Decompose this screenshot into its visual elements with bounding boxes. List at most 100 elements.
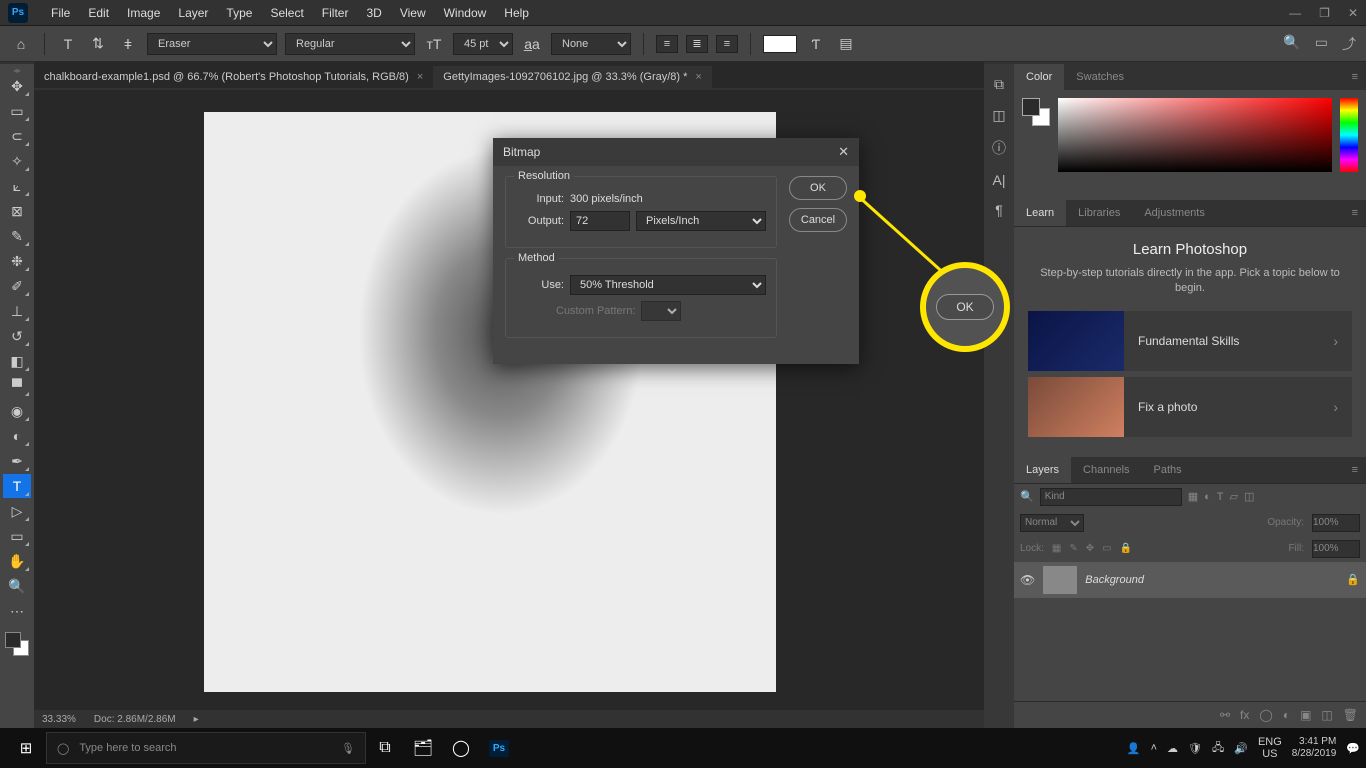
menu-layer[interactable]: Layer [169, 6, 217, 20]
menu-filter[interactable]: Filter [313, 6, 358, 20]
visibility-icon[interactable]: 👁 [1020, 573, 1035, 587]
close-icon[interactable]: ✕ [838, 144, 849, 160]
menu-file[interactable]: File [42, 6, 79, 20]
shape-tool[interactable]: ▭ [3, 524, 31, 548]
warp-text-icon[interactable]: Ƭ [805, 33, 827, 55]
text-path-icon[interactable]: ǂ [117, 33, 139, 55]
layer-name[interactable]: Background [1085, 574, 1338, 586]
character-panel-icon[interactable]: A| [993, 172, 1006, 188]
eraser-tool[interactable]: ◧ [3, 349, 31, 373]
output-unit-select[interactable]: Pixels/Inch [636, 211, 766, 231]
layer-mask-icon[interactable]: ◯ [1259, 708, 1272, 722]
lesson-fundamental-skills[interactable]: Fundamental Skills › [1028, 311, 1352, 371]
color-fgbg[interactable] [1022, 98, 1050, 126]
panel-menu-icon[interactable]: ≡ [1344, 464, 1366, 476]
zoom-level[interactable]: 33.33% [42, 714, 76, 725]
chrome-icon[interactable]: ◯ [442, 728, 480, 768]
volume-icon[interactable]: 🔊 [1234, 742, 1248, 755]
adjustment-layer-icon[interactable]: ◐ [1283, 708, 1290, 722]
dialog-titlebar[interactable]: Bitmap ✕ [493, 138, 859, 166]
crop-tool[interactable]: ⟀ [3, 174, 31, 198]
home-icon[interactable]: ⌂ [10, 33, 32, 55]
security-icon[interactable]: 🛡 [1188, 742, 1202, 755]
lock-icon[interactable]: 🔒 [1346, 573, 1360, 586]
panel-menu-icon[interactable]: ≡ [1344, 207, 1366, 219]
clone-tool[interactable]: ⊥ [3, 299, 31, 323]
search-icon[interactable]: 🔍 [1283, 34, 1300, 54]
output-input[interactable] [570, 211, 630, 231]
eyedropper-tool[interactable]: ✎ [3, 224, 31, 248]
start-button[interactable]: ⊞ [6, 728, 46, 768]
hand-tool[interactable]: ✋ [3, 549, 31, 573]
lesson-fix-photo[interactable]: Fix a photo › [1028, 377, 1352, 437]
fill-input[interactable] [1312, 540, 1360, 558]
use-select[interactable]: 50% Threshold [570, 275, 766, 295]
healing-tool[interactable]: ❉ [3, 249, 31, 273]
layer-thumbnail[interactable] [1043, 566, 1077, 594]
document-tab-2[interactable]: GettyImages-1092706102.jpg @ 33.3% (Gray… [433, 66, 712, 88]
menu-window[interactable]: Window [435, 6, 496, 20]
menu-type[interactable]: Type [217, 6, 261, 20]
tab-adjustments[interactable]: Adjustments [1132, 200, 1217, 226]
tray-chevron-icon[interactable]: ˄ [1151, 742, 1157, 754]
history-brush-tool[interactable]: ↺ [3, 324, 31, 348]
network-icon[interactable]: 🖧 [1212, 739, 1224, 758]
tab-swatches[interactable]: Swatches [1064, 64, 1136, 90]
filter-pixel-icon[interactable]: ▦ [1188, 490, 1198, 503]
paragraph-panel-icon[interactable]: ¶ [995, 202, 1003, 218]
lock-trans-icon[interactable]: ▦ [1052, 543, 1061, 554]
tab-channels[interactable]: Channels [1071, 457, 1141, 483]
history-panel-icon[interactable]: ⧉ [994, 76, 1004, 93]
tab-layers[interactable]: Layers [1014, 457, 1071, 483]
filter-type-icon[interactable]: T [1217, 491, 1224, 503]
ok-button[interactable]: OK [789, 176, 847, 200]
dodge-tool[interactable]: ◐ [3, 424, 31, 448]
onedrive-icon[interactable]: ☁ [1167, 742, 1178, 755]
menu-3d[interactable]: 3D [357, 6, 390, 20]
group-icon[interactable]: ▣ [1300, 708, 1311, 722]
character-panel-icon[interactable]: ▤ [835, 33, 857, 55]
frame-tool[interactable]: ⊠ [3, 199, 31, 223]
opacity-input[interactable] [1312, 514, 1360, 532]
close-icon[interactable]: × [695, 71, 701, 83]
share-icon[interactable]: ⤴ [1342, 34, 1356, 54]
toolbox-handle[interactable]: ◂▸ [0, 66, 34, 74]
filter-shape-icon[interactable]: ▱ [1230, 490, 1238, 503]
font-size-select[interactable]: 45 pt [453, 33, 513, 55]
lasso-tool[interactable]: ⊂ [3, 124, 31, 148]
info-panel-icon[interactable]: ⓘ [992, 138, 1006, 158]
workspace-icon[interactable]: ▭ [1315, 34, 1328, 54]
doc-size[interactable]: Doc: 2.86M/2.86M [94, 714, 176, 725]
panel-menu-icon[interactable]: ≡ [1344, 71, 1366, 83]
document-tab-1[interactable]: chalkboard-example1.psd @ 66.7% (Robert'… [34, 66, 433, 88]
new-layer-icon[interactable]: ◫ [1321, 708, 1332, 722]
blend-mode-select[interactable]: Normal [1020, 514, 1084, 532]
link-layers-icon[interactable]: ⚯ [1220, 708, 1230, 722]
filter-icon[interactable]: 🔍 [1020, 490, 1034, 503]
close-icon[interactable]: × [417, 71, 423, 83]
layer-background[interactable]: 👁 Background 🔒 [1014, 562, 1366, 598]
type-tool[interactable]: T [3, 474, 31, 498]
pen-tool[interactable]: ✒ [3, 449, 31, 473]
lock-pos-icon[interactable]: ✥ [1086, 543, 1094, 554]
clock[interactable]: 3:41 PM8/28/2019 [1292, 736, 1337, 760]
lock-paint-icon[interactable]: ✎ [1069, 543, 1077, 554]
brush-tool[interactable]: ✐ [3, 274, 31, 298]
align-center-button[interactable]: ≣ [686, 35, 708, 53]
marquee-tool[interactable]: ▭ [3, 99, 31, 123]
tab-color[interactable]: Color [1014, 64, 1064, 90]
tab-libraries[interactable]: Libraries [1066, 200, 1132, 226]
antialias-select[interactable]: None [551, 33, 631, 55]
foreground-background-colors[interactable] [3, 630, 31, 658]
file-explorer-icon[interactable]: 🗂 [404, 728, 442, 768]
hue-slider[interactable] [1340, 98, 1358, 172]
edit-toolbar[interactable]: ⋯ [3, 599, 31, 623]
filter-adjust-icon[interactable]: ◐ [1204, 491, 1211, 503]
zoom-tool[interactable]: 🔍 [3, 574, 31, 598]
photoshop-taskbar-icon[interactable]: Ps [480, 728, 518, 768]
action-center-icon[interactable]: 💬 [1346, 742, 1360, 755]
path-select-tool[interactable]: ▷ [3, 499, 31, 523]
menu-edit[interactable]: Edit [79, 6, 118, 20]
menu-image[interactable]: Image [118, 6, 169, 20]
window-restore-icon[interactable]: ❐ [1319, 6, 1330, 20]
